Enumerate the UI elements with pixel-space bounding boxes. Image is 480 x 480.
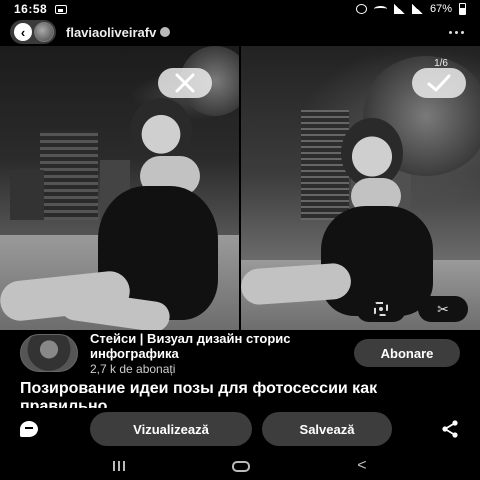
cut-button[interactable]: ✂	[418, 296, 468, 322]
creator-row: Стейси | Визуал дизайн сторис инфографик…	[0, 330, 480, 376]
creator-info[interactable]: Стейси | Визуал дизайн сторис инфографик…	[90, 331, 354, 376]
visual-search-button[interactable]	[356, 296, 406, 322]
save-button[interactable]: Salvează	[262, 412, 392, 446]
chevron-left-icon: ‹	[14, 23, 32, 41]
avatar	[34, 22, 54, 42]
status-time: 16:58	[14, 2, 48, 16]
pin-title: Позирование идеи позы для фотосессии как…	[20, 380, 378, 410]
creator-avatar[interactable]	[20, 334, 78, 372]
visual-search-icon	[374, 302, 388, 316]
recents-button[interactable]	[113, 461, 126, 471]
status-bar: 16:58 67%	[0, 0, 480, 18]
share-icon[interactable]	[440, 419, 460, 439]
signal-icon	[393, 4, 405, 14]
creator-followers: 2,7 k de abonați	[90, 361, 176, 376]
status-icons: 67%	[355, 3, 466, 15]
back-button[interactable]: ‹	[10, 20, 56, 44]
image-notification-icon	[55, 4, 68, 14]
accept-button[interactable]	[412, 68, 466, 98]
verified-icon	[160, 27, 171, 37]
header-username[interactable]: flaviaoliveirafv	[66, 25, 156, 40]
more-icon	[449, 30, 452, 34]
reject-button[interactable]	[158, 68, 212, 98]
wifi-icon	[373, 6, 387, 12]
signal-icon	[411, 4, 423, 14]
battery-percent: 67%	[429, 3, 452, 15]
creator-name[interactable]: Стейси | Визуал дизайн сторис инфографик…	[90, 331, 354, 361]
visit-button[interactable]: Vizualizează	[90, 412, 252, 446]
battery-icon	[459, 3, 466, 15]
system-nav-bar: <	[0, 452, 480, 480]
alarm-icon	[355, 4, 367, 14]
close-icon	[175, 73, 195, 93]
photo-left[interactable]	[0, 46, 239, 330]
check-icon	[427, 74, 451, 92]
comment-icon[interactable]	[20, 421, 38, 437]
home-button[interactable]	[232, 460, 251, 472]
scissors-icon: ✂	[437, 300, 449, 317]
system-back-button[interactable]: <	[357, 457, 366, 475]
action-bar: Vizualizează Salvează	[0, 408, 480, 450]
follow-button[interactable]: Abonare	[354, 339, 460, 367]
more-button[interactable]	[443, 25, 470, 40]
photo-right[interactable]: 1/6 ✂	[241, 46, 480, 330]
pin-image[interactable]: 1/6 ✂	[0, 46, 480, 330]
pin-header: ‹ flaviaoliveirafv	[0, 18, 480, 46]
